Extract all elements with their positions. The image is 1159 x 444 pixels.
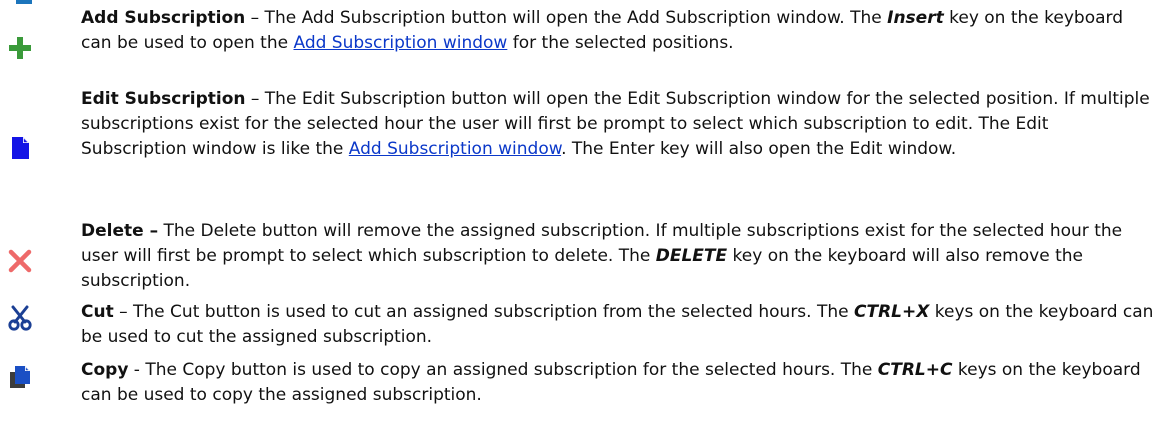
ctrl-x-key-label: CTRL+X bbox=[854, 302, 930, 322]
add-subscription-description: Add Subscription – The Add Subscription … bbox=[81, 6, 1155, 56]
add-subscription-text-1: – The Add Subscription button will open … bbox=[245, 8, 888, 28]
delete-title: Delete – bbox=[81, 221, 159, 241]
copy-text-1: - The Copy button is used to copy an ass… bbox=[128, 360, 878, 380]
cut-icon[interactable] bbox=[6, 304, 34, 332]
delete-icon[interactable] bbox=[6, 247, 34, 275]
edit-subscription-description: Edit Subscription – The Edit Subscriptio… bbox=[81, 87, 1155, 162]
top-edge-marker bbox=[16, 0, 32, 4]
delete-description: Delete – The Delete button will remove t… bbox=[81, 219, 1155, 294]
add-icon[interactable] bbox=[6, 34, 34, 62]
insert-key-label: Insert bbox=[887, 8, 944, 28]
edit-subscription-text-2: . The Enter key will also open the Edit … bbox=[561, 139, 957, 159]
add-subscription-title: Add Subscription bbox=[81, 8, 246, 28]
copy-title: Copy bbox=[81, 360, 129, 380]
cut-title: Cut bbox=[81, 302, 114, 322]
add-subscription-window-link-2[interactable]: Add Subscription window bbox=[349, 139, 561, 159]
ctrl-c-key-label: CTRL+C bbox=[877, 360, 953, 380]
add-subscription-text-3: for the selected positions. bbox=[507, 33, 734, 53]
add-subscription-window-link[interactable]: Add Subscription window bbox=[293, 33, 507, 53]
copy-icon[interactable] bbox=[6, 362, 34, 390]
edit-subscription-title: Edit Subscription bbox=[81, 89, 246, 109]
cut-description: Cut – The Cut button is used to cut an a… bbox=[81, 300, 1155, 350]
copy-description: Copy - The Copy button is used to copy a… bbox=[81, 358, 1155, 408]
delete-key-label: DELETE bbox=[655, 246, 728, 266]
cut-text-1: – The Cut button is used to cut an assig… bbox=[113, 302, 854, 322]
edit-icon[interactable] bbox=[6, 134, 34, 162]
